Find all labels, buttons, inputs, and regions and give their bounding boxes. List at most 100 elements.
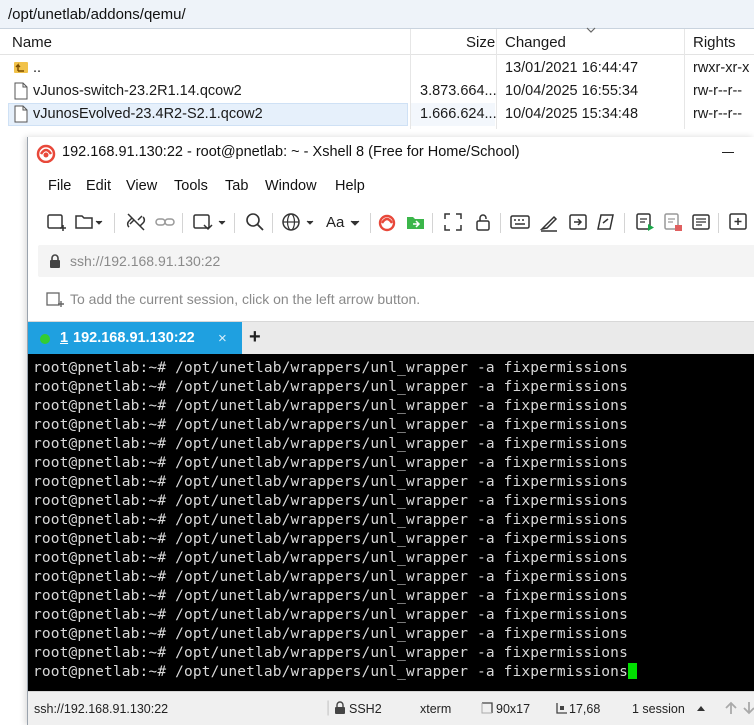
toolbar-separator <box>234 213 235 233</box>
new-window-icon <box>193 214 226 231</box>
column-rights[interactable]: Rights <box>693 34 736 51</box>
terminal-prompt: root@pnetlab:~# <box>33 607 176 623</box>
file-changed: 10/04/2025 16:55:34 <box>505 83 639 99</box>
terminal-command: /opt/unetlab/wrappers/unl_wrapper -a fix… <box>175 474 628 490</box>
open-folder-icon <box>75 215 103 229</box>
log-icon <box>636 213 654 231</box>
terminal-command: /opt/unetlab/wrappers/unl_wrapper -a fix… <box>175 455 628 471</box>
terminal-command: /opt/unetlab/wrappers/unl_wrapper -a fix… <box>175 588 628 604</box>
disconnect-button[interactable] <box>125 210 147 234</box>
terminal-command: /opt/unetlab/wrappers/unl_wrapper -a fix… <box>175 550 628 566</box>
tab-session-1[interactable]: 1 192.168.91.130:22 × <box>28 322 242 355</box>
keyboard-button[interactable] <box>509 210 531 234</box>
terminal-prompt: root@pnetlab:~# <box>33 664 176 680</box>
menu-view[interactable]: View <box>126 178 157 194</box>
file-changed: 13/01/2021 16:44:47 <box>505 60 639 76</box>
reconnect-button[interactable] <box>154 210 176 234</box>
file-list-header: Name Size Changed Rights <box>0 29 754 55</box>
terminal-output[interactable]: root@pnetlab:~# /opt/unetlab/wrappers/un… <box>28 354 754 691</box>
minimize-button[interactable] <box>718 143 740 163</box>
terminal-cursor <box>627 663 637 679</box>
encoding-button[interactable] <box>280 210 316 234</box>
new-tab-button[interactable]: + <box>249 326 261 349</box>
title-bar[interactable]: 192.168.91.130:22 - root@pnetlab: ~ - Xs… <box>28 137 754 169</box>
terminal-command: /opt/unetlab/wrappers/unl_wrapper -a fix… <box>175 664 628 680</box>
xshell-button[interactable] <box>376 210 398 234</box>
terminal-prompt: root@pnetlab:~# <box>33 550 176 566</box>
address-bar[interactable]: ssh://192.168.91.130:22 <box>38 245 754 277</box>
lock-icon <box>50 254 60 268</box>
menu-tab[interactable]: Tab <box>225 178 248 194</box>
terminal-prompt: root@pnetlab:~# <box>33 360 176 376</box>
file-rights: rw-r--r-- <box>693 83 743 99</box>
highlight-icon <box>692 214 710 230</box>
terminal-line: root@pnetlab:~# /opt/unetlab/wrappers/un… <box>33 530 754 549</box>
terminal-line: root@pnetlab:~# /opt/unetlab/wrappers/un… <box>33 473 754 492</box>
fullscreen-button[interactable] <box>442 210 464 234</box>
terminal-command: /opt/unetlab/wrappers/unl_wrapper -a fix… <box>175 417 628 433</box>
arrow-up-icon[interactable] <box>724 701 738 715</box>
file-row-selected[interactable]: vJunosEvolved-23.4R2-S2.1.qcow2 1.666.62… <box>0 103 754 126</box>
toolbar-separator <box>272 213 273 233</box>
compose-button[interactable] <box>595 210 617 234</box>
address-input[interactable]: ssh://192.168.91.130:22 <box>70 253 220 269</box>
column-name[interactable]: Name <box>12 34 52 51</box>
arrow-down-icon[interactable] <box>742 701 754 715</box>
terminal-line: root@pnetlab:~# /opt/unetlab/wrappers/un… <box>33 549 754 568</box>
terminal-prompt: root@pnetlab:~# <box>33 569 176 585</box>
lock-button[interactable] <box>472 210 494 234</box>
file-row[interactable]: vJunos-switch-23.2R1.14.qcow2 3.873.664.… <box>0 80 754 103</box>
status-protocol: SSH2 <box>349 702 382 716</box>
terminal-command: /opt/unetlab/wrappers/unl_wrapper -a fix… <box>175 512 628 528</box>
terminal-command: /opt/unetlab/wrappers/unl_wrapper -a fix… <box>175 626 628 642</box>
new-session-button[interactable] <box>46 210 68 234</box>
status-session-count[interactable]: 1 session <box>632 702 685 716</box>
add-button[interactable] <box>728 210 750 234</box>
terminal-line: root@pnetlab:~# /opt/unetlab/wrappers/un… <box>33 359 754 378</box>
font-icon: Aa <box>326 213 345 231</box>
script-button[interactable] <box>538 210 560 234</box>
log-button[interactable] <box>634 210 656 234</box>
xftp-button[interactable] <box>405 210 427 234</box>
chevron-up-icon[interactable] <box>696 704 706 712</box>
menu-tools[interactable]: Tools <box>174 178 208 194</box>
menu-help[interactable]: Help <box>335 178 365 194</box>
close-icon[interactable]: × <box>218 330 227 347</box>
font-button[interactable]: Aa <box>326 210 362 234</box>
lock-icon <box>476 214 490 231</box>
menu-file[interactable]: File <box>48 178 71 194</box>
terminal-command: /opt/unetlab/wrappers/unl_wrapper -a fix… <box>175 379 628 395</box>
connected-status-icon <box>40 334 50 344</box>
toolbar-separator <box>624 213 625 233</box>
menu-edit[interactable]: Edit <box>86 178 111 194</box>
open-session-button[interactable] <box>74 210 104 234</box>
new-window-button[interactable] <box>192 210 228 234</box>
print-button[interactable] <box>662 210 684 234</box>
file-icon <box>14 105 28 123</box>
column-changed[interactable]: Changed <box>505 34 566 51</box>
window-title: 192.168.91.130:22 - root@pnetlab: ~ - Xs… <box>62 144 520 160</box>
terminal-line: root@pnetlab:~# /opt/unetlab/wrappers/un… <box>33 568 754 587</box>
highlight-button[interactable] <box>690 210 712 234</box>
terminal-prompt: root@pnetlab:~# <box>33 417 176 433</box>
toolbar-separator <box>182 213 183 233</box>
menu-window[interactable]: Window <box>265 178 317 194</box>
status-terminal-size: 90x17 <box>496 702 531 716</box>
terminal-line: root@pnetlab:~# /opt/unetlab/wrappers/un… <box>33 644 754 663</box>
tab-label: 192.168.91.130:22 <box>73 330 195 346</box>
transfer-button[interactable] <box>567 210 589 234</box>
terminal-prompt: root@pnetlab:~# <box>33 436 176 452</box>
file-row-parent[interactable]: .. 13/01/2021 16:44:47 rwxr-xr-x <box>0 57 754 80</box>
terminal-prompt: root@pnetlab:~# <box>33 512 176 528</box>
terminal-command: /opt/unetlab/wrappers/unl_wrapper -a fix… <box>175 531 628 547</box>
find-button[interactable] <box>244 210 266 234</box>
terminal-line: root@pnetlab:~# /opt/unetlab/wrappers/un… <box>33 625 754 644</box>
add-session-icon[interactable] <box>46 291 66 309</box>
path-bar[interactable]: /opt/unetlab/addons/qemu/ <box>0 0 754 29</box>
terminal-prompt: root@pnetlab:~# <box>33 379 176 395</box>
parent-dir-icon <box>14 62 28 73</box>
status-bar: ssh://192.168.91.130:22 | SSH2 xterm 90x… <box>28 691 754 725</box>
add-icon <box>729 213 747 230</box>
column-size[interactable]: Size <box>466 34 495 51</box>
terminal-size-icon <box>481 702 493 714</box>
